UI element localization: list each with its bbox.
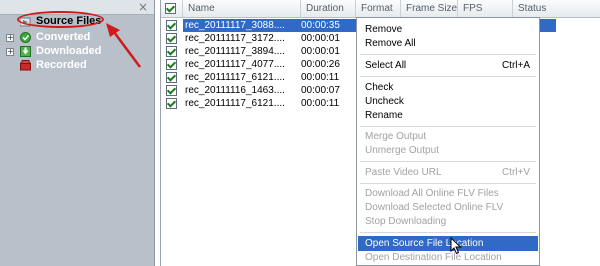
menu-item-label: Open Destination File Location xyxy=(365,252,502,263)
menu-item-stop-downloading[interactable]: Stop Downloading xyxy=(358,214,538,229)
menu-item-label: Open Source File Location xyxy=(365,238,484,249)
menu-item-open-source-file-location[interactable]: Open Source File Location xyxy=(358,236,538,251)
menu-item-paste-video-url[interactable]: Paste Video URL Ctrl+V xyxy=(358,165,538,180)
file-duration: 00:00:01 xyxy=(301,46,340,57)
menu-separator xyxy=(360,76,536,77)
file-name: rec_20111117_3894.... xyxy=(185,46,285,57)
menu-separator xyxy=(360,126,536,127)
row-checkbox[interactable] xyxy=(166,59,177,70)
file-duration: 00:00:11 xyxy=(301,98,340,109)
menu-item-download-all-flv[interactable]: Download All Online FLV Files xyxy=(358,186,538,201)
menu-item-label: Download All Online FLV Files xyxy=(365,188,499,199)
menu-item-label: Remove xyxy=(365,24,403,35)
annotation-arrow xyxy=(106,23,142,68)
file-duration: 00:00:01 xyxy=(301,33,340,44)
mouse-cursor-icon xyxy=(450,237,462,255)
row-checkbox[interactable] xyxy=(166,72,177,83)
menu-separator xyxy=(360,183,536,184)
menu-item-label: Stop Downloading xyxy=(365,216,447,227)
row-checkbox[interactable] xyxy=(166,20,177,31)
file-duration: 00:00:26 xyxy=(301,59,340,70)
source-tree-panel: × Source Files + Converted + Downloaded … xyxy=(0,0,155,266)
row-checkbox[interactable] xyxy=(166,85,177,96)
column-format[interactable]: Format xyxy=(356,0,401,17)
header-check-all[interactable] xyxy=(161,0,183,17)
menu-item-merge-output[interactable]: Merge Output xyxy=(358,129,538,144)
file-duration: 00:00:07 xyxy=(301,85,340,96)
row-checkbox[interactable] xyxy=(166,98,177,109)
menu-item-remove[interactable]: Remove xyxy=(358,22,538,37)
menu-item-label: Paste Video URL xyxy=(365,167,442,178)
column-status[interactable]: Status xyxy=(513,0,600,17)
row-checkbox[interactable] xyxy=(166,46,177,57)
menu-item-remove-all[interactable]: Remove All xyxy=(358,36,538,51)
column-frame-size[interactable]: Frame Size xyxy=(401,0,458,17)
file-name: rec_20111117_6121.... xyxy=(185,98,285,109)
menu-item-uncheck[interactable]: Uncheck xyxy=(358,94,538,109)
menu-item-label: Download Selected Online FLV xyxy=(365,202,504,213)
menu-item-label: Rename xyxy=(365,110,403,121)
menu-item-rename[interactable]: Rename xyxy=(358,108,538,123)
menu-item-shortcut: Ctrl+V xyxy=(501,167,530,178)
file-name: rec_20111117_3088.... xyxy=(185,20,285,31)
file-name: rec_20111117_4077.... xyxy=(185,59,285,70)
file-name: rec_20111117_3172.... xyxy=(185,33,285,44)
menu-item-label: Merge Output xyxy=(365,131,427,142)
table-header: Name Duration Format Frame Size FPS Stat… xyxy=(161,0,600,18)
row-checkbox[interactable] xyxy=(166,33,177,44)
menu-item-label: Select All xyxy=(365,60,407,71)
file-duration: 00:00:11 xyxy=(301,72,340,83)
menu-item-unmerge-output[interactable]: Unmerge Output xyxy=(358,143,538,158)
menu-item-select-all[interactable]: Select All Ctrl+A xyxy=(358,58,538,73)
menu-item-download-selected-flv[interactable]: Download Selected Online FLV xyxy=(358,200,538,215)
menu-item-label: Unmerge Output xyxy=(365,145,439,156)
column-fps[interactable]: FPS xyxy=(458,0,513,17)
menu-item-shortcut: Ctrl+A xyxy=(501,60,530,71)
menu-item-open-destination-file-location[interactable]: Open Destination File Location xyxy=(358,250,538,265)
file-name: rec_20111117_6121.... xyxy=(185,72,285,83)
file-name: rec_20111116_1463.... xyxy=(185,85,285,96)
menu-separator xyxy=(360,54,536,55)
menu-separator xyxy=(360,161,536,162)
menu-item-label: Uncheck xyxy=(365,96,404,107)
file-duration: 00:00:35 xyxy=(301,20,340,31)
column-name[interactable]: Name xyxy=(183,0,301,17)
context-menu: Remove Remove All Select All Ctrl+A Chec… xyxy=(356,17,540,266)
menu-item-label: Check xyxy=(365,82,394,93)
menu-item-check[interactable]: Check xyxy=(358,80,538,95)
menu-item-label: Remove All xyxy=(365,38,416,49)
check-all-checkbox[interactable] xyxy=(165,3,176,14)
menu-separator xyxy=(360,232,536,233)
column-duration[interactable]: Duration xyxy=(301,0,356,17)
